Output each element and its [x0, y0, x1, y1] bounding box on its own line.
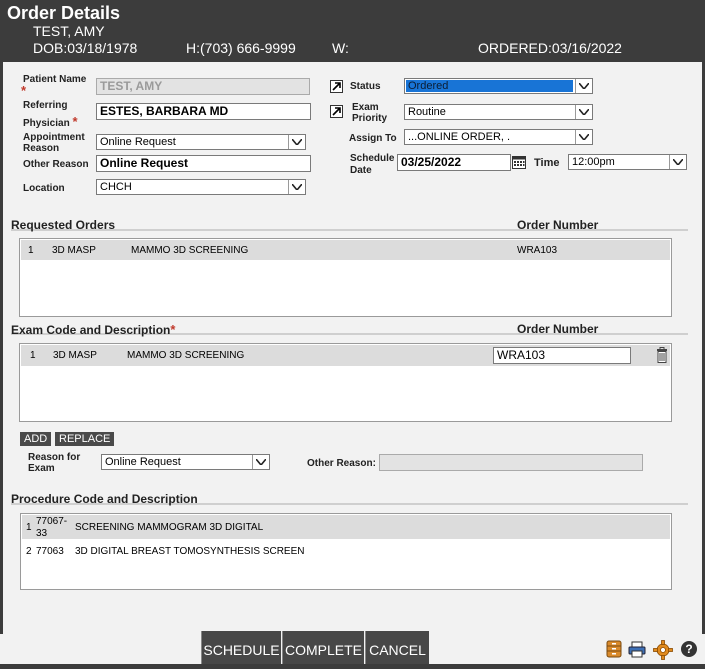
- referring-physician-label: Referring Physician *: [23, 100, 78, 129]
- schedule-button[interactable]: SCHEDULE: [201, 631, 281, 664]
- status-label: Status: [350, 81, 381, 92]
- exam-other-reason-input: [379, 454, 643, 471]
- chevron-down-icon[interactable]: [575, 105, 592, 119]
- reason-for-exam-select[interactable]: Online Request: [101, 454, 270, 470]
- cancel-button[interactable]: CANCEL: [365, 631, 429, 664]
- header-ordered-date: ORDERED:03/16/2022: [478, 40, 622, 56]
- database-icon[interactable]: [605, 640, 623, 658]
- chevron-down-icon[interactable]: [288, 135, 305, 149]
- page-title: Order Details: [7, 3, 121, 23]
- time-select[interactable]: 12:00pm: [568, 154, 687, 170]
- status-select[interactable]: Ordered: [404, 78, 593, 94]
- complete-button[interactable]: COMPLETE: [282, 631, 364, 664]
- order-header: Order Details TEST, AMY DOB:03/18/1978 H…: [0, 0, 705, 62]
- chevron-down-icon[interactable]: [575, 130, 592, 144]
- procedure-code-title: Procedure Code and Description: [11, 492, 198, 506]
- time-label: Time: [534, 157, 560, 169]
- schedule-date-label: Schedule Date: [350, 153, 395, 176]
- help-icon[interactable]: ?: [681, 641, 697, 657]
- requested-orders-title: Requested Orders: [11, 218, 116, 232]
- exam-priority-select[interactable]: Routine: [404, 104, 593, 120]
- procedure-code-list: 1 77067- 33 SCREENING MAMMOGRAM 3D DIGIT…: [20, 513, 672, 590]
- other-reason-input[interactable]: Online Request: [96, 155, 311, 172]
- required-marker: *: [21, 83, 27, 98]
- appointment-reason-select[interactable]: Online Request: [96, 134, 306, 150]
- location-select[interactable]: CHCH: [96, 179, 306, 195]
- calendar-icon[interactable]: [512, 155, 526, 169]
- procedure-code-header: Procedure Code and Description: [11, 492, 688, 506]
- location-label: Location: [23, 183, 65, 194]
- requested-orders-list: 1 3D MASP MAMMO 3D SCREENING WRA103: [19, 238, 672, 317]
- assign-to-select[interactable]: ...ONLINE ORDER, .: [404, 129, 593, 145]
- chevron-down-icon[interactable]: [669, 155, 686, 169]
- table-row[interactable]: 2 77063 3D DIGITAL BREAST TOMOSYNTHESIS …: [22, 541, 670, 561]
- requested-orders-order-number-header: Order Number: [517, 218, 599, 232]
- requested-orders-header: Requested Orders Order Number: [11, 218, 688, 232]
- reason-for-exam-label: Reason for Exam: [28, 452, 81, 474]
- patient-name-field: TEST, AMY: [96, 78, 310, 95]
- replace-button[interactable]: REPLACE: [55, 432, 115, 446]
- exam-other-reason-label: Other Reason:: [307, 458, 376, 469]
- exam-priority-link-icon[interactable]: [330, 105, 343, 118]
- header-dob: DOB:03/18/1978: [33, 40, 138, 56]
- exam-code-header: Exam Code and Description* Order Number: [11, 322, 688, 337]
- chevron-down-icon[interactable]: [252, 455, 269, 469]
- exam-order-number-input[interactable]: WRA103: [493, 347, 631, 364]
- exam-code-order-number-header: Order Number: [517, 322, 599, 336]
- exam-code-title: Exam Code and Description: [11, 323, 171, 337]
- header-work-phone: W:: [332, 40, 349, 56]
- exam-code-list: 1 3D MASP MAMMO 3D SCREENING WRA103: [19, 343, 672, 422]
- table-row[interactable]: 1 3D MASP MAMMO 3D SCREENING WRA103: [21, 240, 670, 260]
- assign-to-label: Assign To: [349, 133, 397, 144]
- header-home-phone: H:(703) 666-9999: [186, 40, 296, 56]
- schedule-date-input[interactable]: 03/25/2022: [397, 154, 511, 171]
- patient-name-label: Patient Name: [23, 74, 87, 85]
- appointment-reason-label: Appointment Reason: [23, 132, 85, 154]
- chevron-down-icon[interactable]: [288, 180, 305, 194]
- exam-priority-label: Exam Priority: [352, 102, 388, 124]
- header-patient-name: TEST, AMY: [33, 23, 105, 39]
- chevron-down-icon[interactable]: [575, 79, 592, 93]
- gear-icon[interactable]: [653, 640, 673, 660]
- trash-icon[interactable]: [656, 347, 668, 363]
- print-icon[interactable]: [628, 640, 646, 658]
- table-row[interactable]: 1 77067- 33 SCREENING MAMMOGRAM 3D DIGIT…: [22, 515, 670, 539]
- other-reason-label: Other Reason: [23, 159, 89, 170]
- status-link-icon[interactable]: [330, 80, 343, 93]
- referring-physician-input[interactable]: ESTES, BARBARA MD: [96, 103, 311, 120]
- add-button[interactable]: ADD: [20, 432, 52, 446]
